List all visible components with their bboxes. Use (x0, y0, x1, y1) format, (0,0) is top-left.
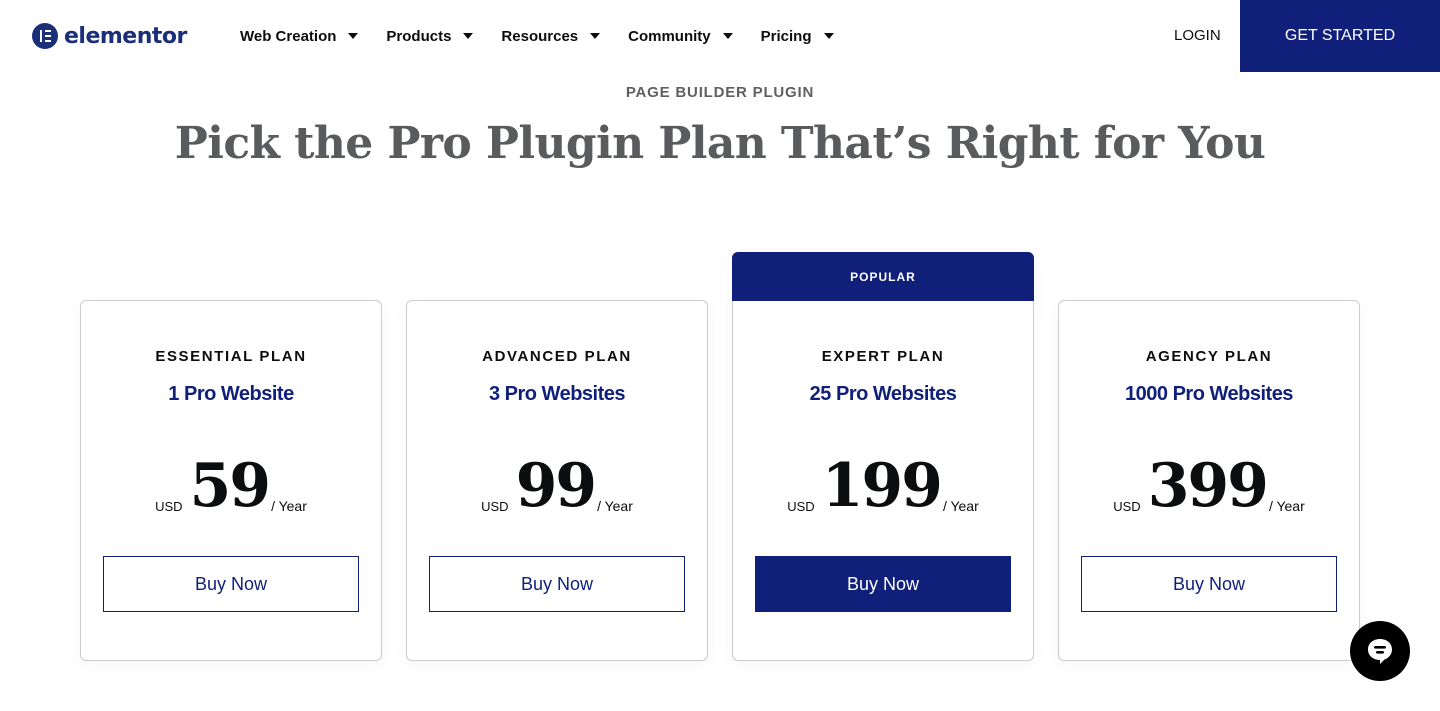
price-currency: USD (787, 499, 815, 514)
nav-item-label: Community (628, 27, 711, 45)
price-row: USD 99 / Year (407, 451, 707, 521)
price-period: / Year (1268, 498, 1305, 514)
nav-item-products[interactable]: Products (386, 27, 474, 45)
page-title: Pick the Pro Plugin Plan That’s Right fo… (174, 118, 1266, 169)
chat-widget-button[interactable] (1350, 621, 1410, 681)
nav-item-community[interactable]: Community (628, 28, 733, 45)
nav-item-label: Web Creation (240, 27, 337, 45)
plan-name: ESSENTIAL PLAN (155, 348, 307, 365)
buy-now-button[interactable]: Buy Now (1081, 556, 1337, 612)
plan-sites: 1 Pro Website (168, 383, 294, 405)
site-header: elementor Web Creation Products Resource… (0, 0, 1440, 72)
price-amount: 199 (821, 451, 943, 521)
price-amount: 99 (515, 451, 597, 521)
price-row: USD 59 / Year (81, 451, 381, 521)
plan-card-advanced: ADVANCED PLAN 3 Pro Websites USD 99 / Ye… (406, 300, 708, 661)
plan-card-expert: POPULAR EXPERT PLAN 25 Pro Websites USD … (732, 252, 1034, 661)
plan-sites: 3 Pro Websites (488, 383, 626, 405)
price-row: USD 199 / Year (733, 451, 1033, 521)
price-currency: USD (1113, 499, 1141, 514)
get-started-button[interactable]: GET STARTED (1240, 0, 1440, 72)
plan-card-agency: AGENCY PLAN 1000 Pro Websites USD 399 / … (1058, 300, 1360, 661)
logo-wordmark: elementor (64, 23, 187, 49)
plan-name: ADVANCED PLAN (482, 348, 632, 365)
price-amount: 399 (1147, 451, 1269, 521)
buy-now-button[interactable]: Buy Now (755, 556, 1011, 612)
chat-bubble-icon (1368, 639, 1392, 664)
price-period: / Year (942, 498, 979, 514)
caret-down-icon (348, 33, 359, 39)
nav-item-label: Pricing (760, 27, 812, 45)
price-currency: USD (155, 499, 183, 514)
nav-item-resources[interactable]: Resources (501, 27, 601, 45)
nav-item-web-creation[interactable]: Web Creation (240, 27, 359, 45)
price-amount: 59 (189, 451, 271, 521)
popular-badge: POPULAR (732, 252, 1034, 301)
nav-item-label: Products (386, 27, 452, 45)
plan-sites: 25 Pro Websites (809, 383, 957, 405)
buy-now-button[interactable]: Buy Now (429, 556, 685, 612)
buy-now-button[interactable]: Buy Now (103, 556, 359, 612)
caret-down-icon (823, 33, 834, 39)
caret-down-icon (463, 33, 474, 39)
plan-sites: 1000 Pro Websites (1125, 383, 1293, 405)
nav-item-label: Resources (501, 27, 579, 45)
caret-down-icon (590, 33, 601, 39)
caret-down-icon (722, 33, 733, 39)
nav-item-pricing[interactable]: Pricing (761, 28, 834, 45)
price-period: / Year (597, 498, 633, 514)
price-row: USD 399 / Year (1059, 451, 1359, 521)
main-nav: Web Creation Products Resources Communit… (240, 0, 834, 72)
plan-name: EXPERT PLAN (821, 348, 945, 365)
login-link[interactable]: LOGIN (1174, 27, 1221, 44)
elementor-logo[interactable]: elementor (32, 23, 187, 49)
price-period: / Year (271, 498, 307, 514)
elementor-logo-icon (32, 23, 58, 49)
page-eyebrow: PAGE BUILDER PLUGIN (625, 84, 815, 101)
plan-name: AGENCY PLAN (1145, 348, 1273, 365)
plan-card-essential: ESSENTIAL PLAN 1 Pro Website USD 59 / Ye… (80, 300, 382, 661)
price-currency: USD (481, 499, 509, 514)
